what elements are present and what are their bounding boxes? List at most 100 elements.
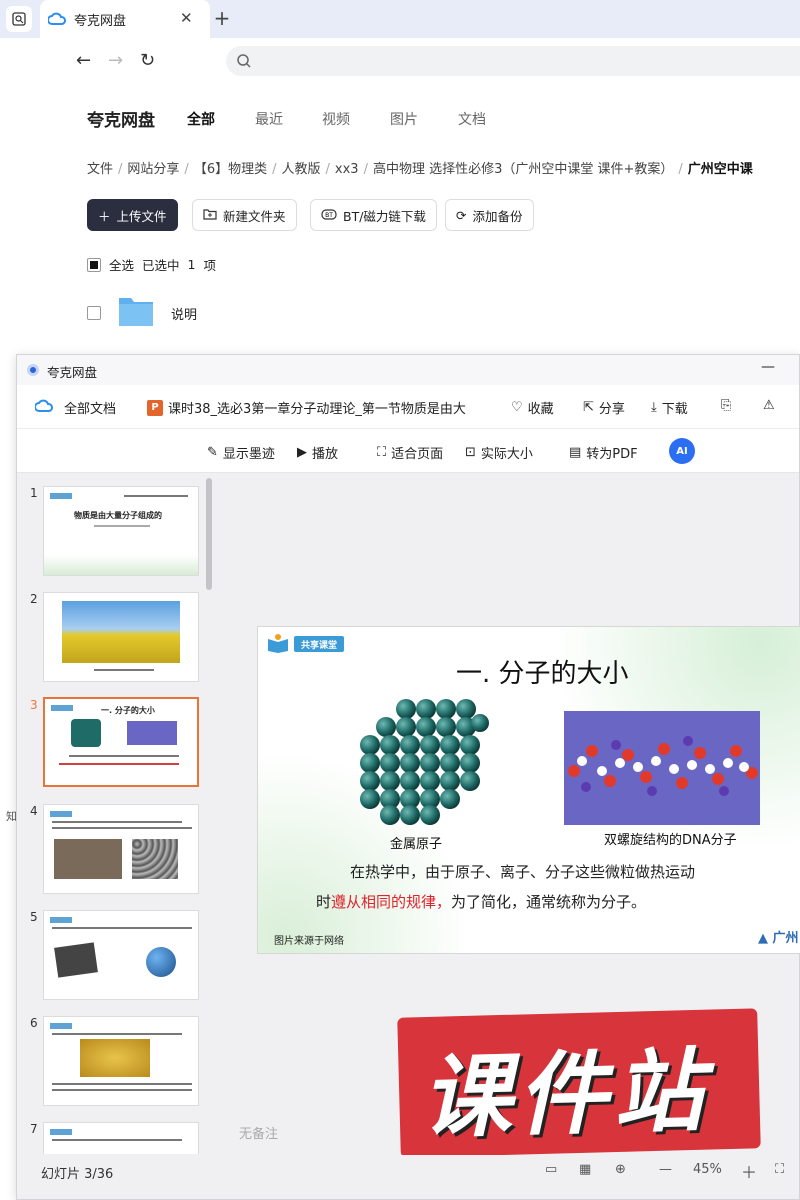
show-ink-button[interactable]: ✎ 显示墨迹 — [207, 443, 275, 462]
select-all-checkbox[interactable] — [87, 257, 101, 272]
left-edge-label: 知 — [6, 810, 17, 823]
fullscreen-icon[interactable]: ⛶ — [775, 1162, 784, 1177]
browser-tab-strip: 夸克网盘 ✕ + — [0, 0, 800, 38]
sync-icon: ⟳ — [456, 207, 467, 223]
viewer-toolbar: 全部文档 P 课时38_选必3第一章分子动理论_第一节物质是由大 ♡ 收藏 ⇱ 分享… — [17, 385, 799, 429]
reading-view-icon[interactable]: ⊕ — [615, 1162, 626, 1177]
all-docs-button[interactable]: 全部文档 — [34, 398, 116, 417]
book-icon — [266, 634, 290, 657]
normal-view-icon[interactable]: ▭ — [545, 1162, 557, 1177]
image-source-note: 图片来源于网络 — [274, 936, 344, 947]
play-button[interactable]: ▶ 播放 — [297, 443, 338, 462]
breadcrumb-item[interactable]: 文件 — [87, 162, 113, 177]
thumb-number: 1 — [30, 486, 38, 500]
file-row[interactable]: 说明 — [87, 294, 197, 332]
tab-images[interactable]: 图片 — [390, 109, 418, 129]
slide-thumbnail-3[interactable]: 一. 分子的大小 — [43, 697, 199, 787]
new-tab-button[interactable]: + — [210, 6, 234, 30]
slide-counter: 幻灯片 3/36 — [41, 1167, 114, 1182]
tab-video[interactable]: 视频 — [322, 109, 350, 129]
search-icon — [236, 53, 252, 73]
tab-docs[interactable]: 文档 — [458, 109, 486, 129]
new-folder-button[interactable]: 新建文件夹 — [192, 199, 297, 231]
upload-button[interactable]: ＋上传文件 — [87, 199, 178, 231]
quark-logo-icon — [27, 364, 39, 376]
tab-title: 夸克网盘 — [74, 14, 127, 29]
document-viewer-window: 夸克网盘 — 全部文档 P 课时38_选必3第一章分子动理论_第一节物质是由大 … — [16, 354, 800, 1200]
slide-thumbnail-7[interactable] — [43, 1122, 199, 1154]
dna-image — [564, 711, 760, 825]
slide-thumbnail-5[interactable] — [43, 910, 199, 1000]
stamp-text: 课件站 — [419, 1038, 711, 1152]
actual-size-button[interactable]: ⊡ 实际大小 — [465, 443, 533, 462]
slide-thumbnail-6[interactable] — [43, 1016, 199, 1106]
thumb-number: 2 — [30, 592, 38, 606]
svg-text:BT: BT — [325, 212, 333, 219]
forward-icon[interactable]: → — [108, 50, 123, 71]
feedback-icon[interactable]: ⚠ — [763, 398, 775, 413]
select-all-label[interactable]: 全选 — [109, 255, 134, 274]
favorite-button[interactable]: ♡ 收藏 — [511, 398, 554, 417]
slide-thumbnail-panel: 1 物质是由大量分子组成的 2 3 一. 分子的大小 4 5 6 7 — [17, 474, 217, 1154]
breadcrumb-item[interactable]: 人教版 — [281, 162, 320, 177]
file-checkbox[interactable] — [87, 306, 101, 320]
slide-brand: ▲ 广州 — [758, 931, 799, 946]
tab-recent[interactable]: 最近 — [255, 109, 283, 129]
actual-size-icon: ⊡ — [465, 445, 476, 460]
slide-body-line2: 时遵从相同的规律，为了简化，通常统称为分子。 — [316, 893, 647, 911]
share-button[interactable]: ⇱ 分享 — [583, 398, 625, 417]
ai-assistant-button[interactable]: AI — [669, 438, 695, 464]
back-icon[interactable]: ← — [76, 50, 91, 71]
slide-thumbnail-4[interactable] — [43, 804, 199, 894]
thumb-number: 3 — [30, 698, 38, 712]
address-bar[interactable] — [226, 46, 800, 76]
to-pdf-button[interactable]: ▤ 转为PDF — [569, 443, 638, 462]
feather-icon: ✎ — [207, 445, 218, 460]
heart-icon: ♡ — [511, 400, 523, 415]
browser-tab[interactable]: 夸克网盘 ✕ — [40, 0, 210, 38]
minimize-icon[interactable]: — — [761, 359, 775, 375]
watermark-stamp: 课件站 — [397, 1008, 761, 1158]
slide-thumbnail-1[interactable]: 物质是由大量分子组成的 — [43, 486, 199, 576]
selected-count: 1 — [187, 257, 196, 272]
breadcrumb-item[interactable]: 网站分享 — [127, 162, 179, 177]
tab-close-icon[interactable]: ✕ — [180, 9, 193, 27]
slide-canvas: 共享课堂 一. 分子的大小 金属原子 双螺旋结构的DNA分子 在热学中，由于原子… — [257, 626, 800, 954]
bt-download-button[interactable]: BT BT/磁力链下载 — [310, 199, 437, 231]
viewer-titlebar: 夸克网盘 — — [17, 355, 799, 385]
add-backup-button[interactable]: ⟳ 添加备份 — [445, 199, 534, 231]
thumbnail-scrollbar[interactable] — [206, 478, 212, 590]
slide-body-line1: 在热学中，由于原子、离子、分子这些微粒做热运动 — [350, 863, 696, 881]
grid-view-icon[interactable]: ▦ — [579, 1162, 591, 1177]
slide-thumbnail-2[interactable] — [43, 592, 199, 682]
slide-notes[interactable]: 无备注 — [239, 1123, 278, 1142]
ppt-icon: P — [147, 399, 163, 416]
play-icon: ▶ — [297, 445, 307, 460]
folder-icon — [117, 294, 155, 332]
reload-icon[interactable]: ↻ — [140, 50, 155, 71]
browser-nav-row: ← → ↻ — [60, 38, 800, 84]
zoom-out-icon[interactable]: — — [659, 1162, 672, 1177]
thumb-number: 7 — [30, 1122, 38, 1136]
zoom-level: 45% — [693, 1162, 722, 1177]
metal-atom-image — [356, 699, 490, 831]
thumb-number: 6 — [30, 1016, 38, 1030]
zoom-in-icon[interactable]: ＋ — [741, 1159, 757, 1183]
app-title: 夸克网盘 — [87, 111, 155, 131]
slide-logo-tag: 共享课堂 — [294, 636, 344, 652]
breadcrumb-item[interactable]: 高中物理 选择性必修3（广州空中课堂 课件+教案） — [373, 162, 673, 177]
fit-page-button[interactable]: ⛶ 适合页面 — [377, 443, 443, 462]
share-icon: ⇱ — [583, 400, 594, 415]
export-icon[interactable]: ⎘ — [721, 398, 731, 413]
download-button[interactable]: ⤓ 下载 — [651, 398, 688, 417]
breadcrumb-item[interactable]: xx3 — [335, 162, 359, 177]
tab-search-icon[interactable] — [6, 6, 32, 32]
brand-logo-icon: ▲ — [758, 931, 768, 946]
bt-icon: BT — [321, 207, 337, 224]
plus-icon: ＋ — [98, 208, 111, 224]
selected-label: 已选中 — [142, 258, 180, 273]
thumb-number: 5 — [30, 910, 38, 924]
tab-all[interactable]: 全部 — [187, 109, 215, 129]
breadcrumb-item[interactable]: 【6】物理类 — [194, 162, 267, 177]
download-icon: ⤓ — [651, 400, 657, 415]
